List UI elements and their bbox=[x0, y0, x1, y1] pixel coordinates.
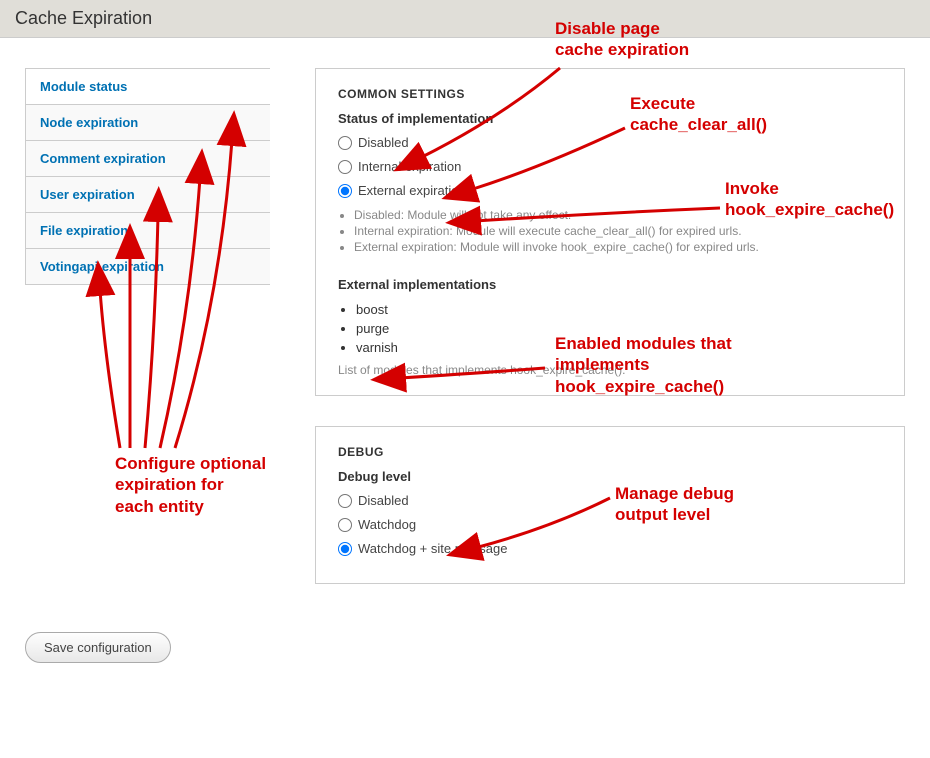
tab-votingapi-expiration[interactable]: Votingapi expiration bbox=[26, 249, 270, 284]
radio-label-debug-disabled: Disabled bbox=[358, 493, 409, 508]
tab-node-expiration[interactable]: Node expiration bbox=[26, 105, 270, 141]
radio-internal[interactable] bbox=[338, 160, 352, 174]
panel-title-debug: DEBUG bbox=[338, 445, 882, 459]
label-external-impl: External implementations bbox=[338, 277, 882, 292]
radio-label-debug-watchdog: Watchdog bbox=[358, 517, 416, 532]
tab-user-expiration[interactable]: User expiration bbox=[26, 177, 270, 213]
label-debug-level: Debug level bbox=[338, 469, 882, 484]
desc-internal: Internal expiration: Module will execute… bbox=[354, 223, 882, 239]
radio-disabled[interactable] bbox=[338, 136, 352, 150]
page: Disable page cache expiration Execute ca… bbox=[0, 38, 930, 683]
external-impl-list: boost purge varnish bbox=[356, 300, 882, 357]
desc-disabled: Disabled: Module will not take any effec… bbox=[354, 207, 882, 223]
radio-row-debug-watchdog-site[interactable]: Watchdog + site message bbox=[338, 541, 882, 556]
status-descriptions: Disabled: Module will not take any effec… bbox=[342, 207, 882, 255]
header-bar: Cache Expiration bbox=[0, 0, 930, 38]
radio-label-internal: Internal expiration bbox=[358, 159, 461, 174]
radio-row-debug-disabled[interactable]: Disabled bbox=[338, 493, 882, 508]
content-panels: COMMON SETTINGS Status of implementation… bbox=[315, 68, 905, 614]
radio-label-debug-watchdog-site: Watchdog + site message bbox=[358, 541, 507, 556]
ext-item-purge: purge bbox=[356, 319, 882, 338]
tab-comment-expiration[interactable]: Comment expiration bbox=[26, 141, 270, 177]
external-impl-hint: List of modules that implements hook_exp… bbox=[338, 363, 882, 377]
radio-label-disabled: Disabled bbox=[358, 135, 409, 150]
ext-item-boost: boost bbox=[356, 300, 882, 319]
save-configuration-button[interactable]: Save configuration bbox=[25, 632, 171, 663]
vertical-tabs: Module status Node expiration Comment ex… bbox=[25, 68, 270, 285]
label-status-impl: Status of implementation bbox=[338, 111, 882, 126]
tab-file-expiration[interactable]: File expiration bbox=[26, 213, 270, 249]
radio-external[interactable] bbox=[338, 184, 352, 198]
ext-item-varnish: varnish bbox=[356, 338, 882, 357]
panel-debug: DEBUG Debug level Disabled Watchdog Watc… bbox=[315, 426, 905, 584]
radio-label-external: External expiration bbox=[358, 183, 466, 198]
radio-debug-disabled[interactable] bbox=[338, 494, 352, 508]
tab-module-status[interactable]: Module status bbox=[26, 69, 270, 105]
page-title: Cache Expiration bbox=[15, 8, 915, 29]
panel-common-settings: COMMON SETTINGS Status of implementation… bbox=[315, 68, 905, 396]
radio-debug-watchdog[interactable] bbox=[338, 518, 352, 532]
radio-row-debug-watchdog[interactable]: Watchdog bbox=[338, 517, 882, 532]
desc-external: External expiration: Module will invoke … bbox=[354, 239, 882, 255]
panel-title-common: COMMON SETTINGS bbox=[338, 87, 882, 101]
radio-row-internal[interactable]: Internal expiration bbox=[338, 159, 882, 174]
radio-debug-watchdog-site[interactable] bbox=[338, 542, 352, 556]
radio-row-external[interactable]: External expiration bbox=[338, 183, 882, 198]
radio-row-disabled[interactable]: Disabled bbox=[338, 135, 882, 150]
